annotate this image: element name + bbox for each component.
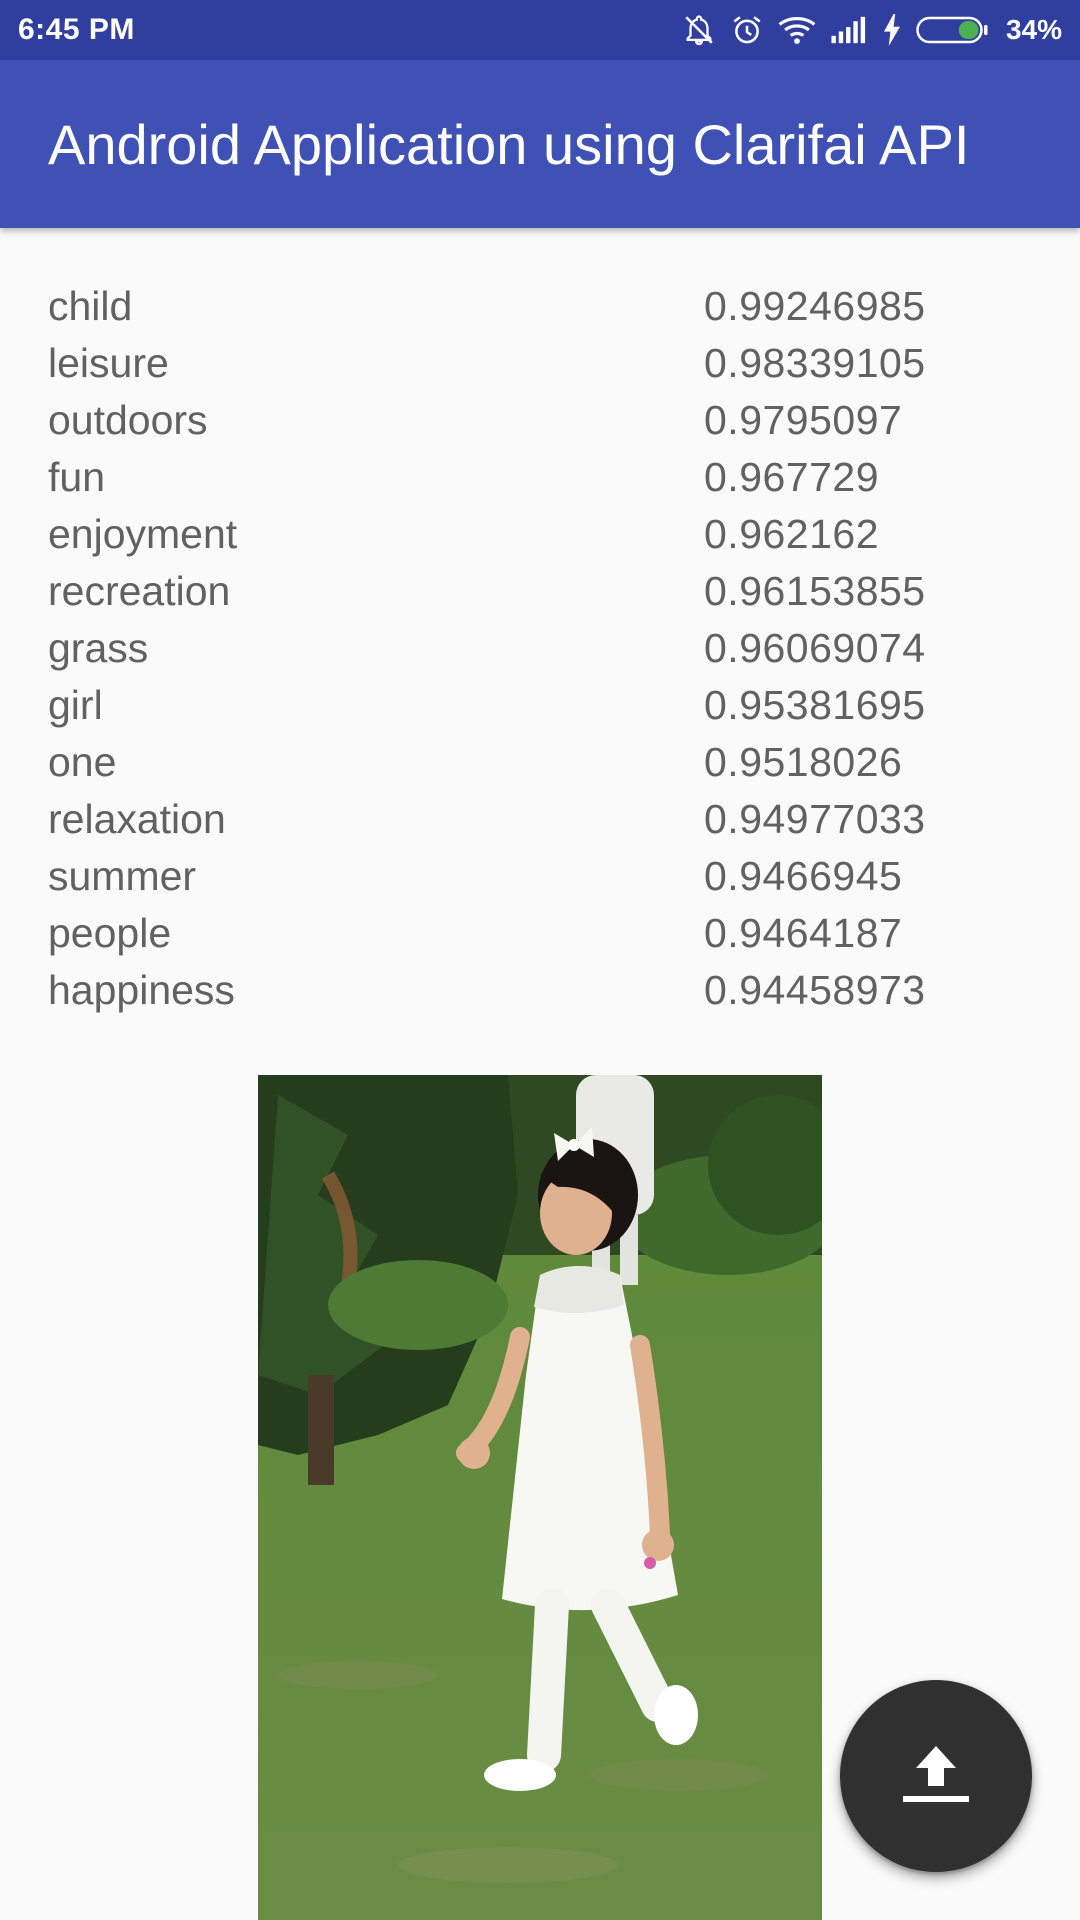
tag-label: recreation — [48, 568, 231, 614]
tag-label: one — [48, 739, 117, 785]
list-item: grass 0.96069074 — [48, 620, 968, 677]
tag-label: outdoors — [48, 397, 208, 443]
list-item: outdoors 0.9795097 — [48, 392, 968, 449]
tag-label: grass — [48, 625, 149, 671]
list-item: happiness 0.94458973 — [48, 962, 968, 1019]
results-list: child 0.99246985 leisure 0.98339105 outd… — [48, 278, 968, 1019]
tag-score: 0.94458973 — [704, 967, 926, 1013]
tag-score: 0.99246985 — [704, 283, 926, 329]
tag-score: 0.94977033 — [704, 796, 926, 842]
analyzed-photo — [258, 1075, 822, 1920]
tag-score: 0.95381695 — [704, 682, 926, 728]
signal-icon — [830, 15, 868, 45]
list-item: summer 0.9466945 — [48, 848, 968, 905]
tag-label: fun — [48, 454, 105, 500]
status-icons: 34% — [682, 13, 1062, 47]
battery-percent: 34% — [1005, 14, 1062, 45]
app-title: Android Application using Clarifai API — [48, 112, 970, 176]
tag-score: 0.962162 — [704, 511, 880, 557]
list-item: people 0.9464187 — [48, 905, 968, 962]
alarm-icon — [730, 13, 764, 47]
tag-score: 0.9466945 — [704, 853, 903, 899]
app-bar: Android Application using Clarifai API — [0, 60, 1080, 228]
status-time: 6:45 PM — [18, 13, 135, 46]
status-bar: 6:45 PM 34% — [0, 0, 1080, 60]
tag-label: people — [48, 910, 172, 956]
tag-score: 0.98339105 — [704, 340, 926, 386]
upload-button[interactable] — [840, 1680, 1032, 1872]
charging-icon — [882, 14, 902, 46]
tag-label: enjoyment — [48, 511, 238, 557]
notifications-off-icon — [682, 13, 716, 47]
tag-label: leisure — [48, 340, 169, 386]
tag-label: child — [48, 283, 133, 329]
tag-score: 0.96069074 — [704, 625, 926, 671]
tag-label: girl — [48, 682, 103, 728]
list-item: recreation 0.96153855 — [48, 563, 968, 620]
list-item: leisure 0.98339105 — [48, 335, 968, 392]
list-item: child 0.99246985 — [48, 278, 968, 335]
battery-icon — [916, 15, 988, 45]
tag-score: 0.9795097 — [704, 397, 903, 443]
tag-score: 0.9464187 — [704, 910, 903, 956]
list-item: relaxation 0.94977033 — [48, 791, 968, 848]
list-item: enjoyment 0.962162 — [48, 506, 968, 563]
list-item: one 0.9518026 — [48, 734, 968, 791]
tag-label: relaxation — [48, 796, 226, 842]
tag-score: 0.9518026 — [704, 739, 903, 785]
upload-icon — [899, 1744, 973, 1809]
tag-score: 0.96153855 — [704, 568, 926, 614]
wifi-icon — [778, 13, 816, 47]
tag-score: 0.967729 — [704, 454, 880, 500]
list-item: girl 0.95381695 — [48, 677, 968, 734]
list-item: fun 0.967729 — [48, 449, 968, 506]
tag-label: happiness — [48, 967, 235, 1013]
tag-label: summer — [48, 853, 197, 899]
